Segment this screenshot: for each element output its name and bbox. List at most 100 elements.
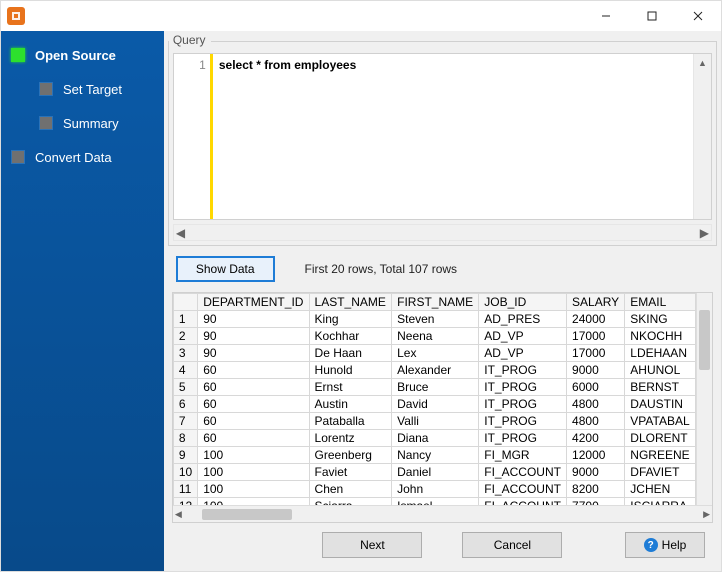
row-number[interactable]: 12: [173, 498, 197, 506]
cell[interactable]: FI_MGR: [479, 447, 567, 464]
table-row[interactable]: 10100FavietDanielFI_ACCOUNT9000DFAVIET: [173, 464, 695, 481]
table-row[interactable]: 9100GreenbergNancyFI_MGR12000NGREENE: [173, 447, 695, 464]
row-number[interactable]: 1: [173, 311, 197, 328]
cell[interactable]: FI_ACCOUNT: [479, 464, 567, 481]
cell[interactable]: Steven: [392, 311, 479, 328]
cell[interactable]: Diana: [392, 430, 479, 447]
cell[interactable]: Ernst: [309, 379, 392, 396]
table-row[interactable]: 290KochharNeenaAD_VP17000NKOCHH: [173, 328, 695, 345]
cell[interactable]: DLORENT: [625, 430, 695, 447]
show-data-button[interactable]: Show Data: [176, 256, 275, 282]
cell[interactable]: Lorentz: [309, 430, 392, 447]
row-number[interactable]: 10: [173, 464, 197, 481]
cell[interactable]: LDEHAAN: [625, 345, 695, 362]
cell[interactable]: John: [392, 481, 479, 498]
cell[interactable]: Valli: [392, 413, 479, 430]
cell[interactable]: 90: [198, 345, 309, 362]
close-button[interactable]: [675, 1, 721, 31]
cell[interactable]: 100: [198, 464, 309, 481]
cell[interactable]: NGREENE: [625, 447, 695, 464]
column-header[interactable]: [173, 294, 197, 311]
cell[interactable]: Ismael: [392, 498, 479, 506]
cell[interactable]: Kochhar: [309, 328, 392, 345]
cell[interactable]: Faviet: [309, 464, 392, 481]
cell[interactable]: 17000: [567, 328, 625, 345]
cell[interactable]: 100: [198, 447, 309, 464]
cell[interactable]: 17000: [567, 345, 625, 362]
table-row[interactable]: 12100SciarraIsmaelFI_ACCOUNT7700ISCIARRA: [173, 498, 695, 506]
cell[interactable]: IT_PROG: [479, 362, 567, 379]
cell[interactable]: JCHEN: [625, 481, 695, 498]
table-row[interactable]: 460HunoldAlexanderIT_PROG9000AHUNOL: [173, 362, 695, 379]
cell[interactable]: 60: [198, 413, 309, 430]
cell[interactable]: ISCIARRA: [625, 498, 695, 506]
cell[interactable]: 60: [198, 430, 309, 447]
scroll-up-icon[interactable]: ▲: [694, 54, 711, 71]
cell[interactable]: 24000: [567, 311, 625, 328]
row-number[interactable]: 9: [173, 447, 197, 464]
cell[interactable]: FI_ACCOUNT: [479, 498, 567, 506]
cell[interactable]: IT_PROG: [479, 379, 567, 396]
cell[interactable]: 4200: [567, 430, 625, 447]
table-row[interactable]: 390De HaanLexAD_VP17000LDEHAAN: [173, 345, 695, 362]
minimize-button[interactable]: [583, 1, 629, 31]
cell[interactable]: Austin: [309, 396, 392, 413]
cell[interactable]: 4800: [567, 413, 625, 430]
cell[interactable]: AHUNOL: [625, 362, 695, 379]
cell[interactable]: 6000: [567, 379, 625, 396]
cell[interactable]: 100: [198, 498, 309, 506]
table-row[interactable]: 11100ChenJohnFI_ACCOUNT8200JCHEN: [173, 481, 695, 498]
cell[interactable]: IT_PROG: [479, 430, 567, 447]
column-header[interactable]: JOB_ID: [479, 294, 567, 311]
table-row[interactable]: 660AustinDavidIT_PROG4800DAUSTIN: [173, 396, 695, 413]
row-number[interactable]: 2: [173, 328, 197, 345]
cell[interactable]: AD_PRES: [479, 311, 567, 328]
cell[interactable]: Lex: [392, 345, 479, 362]
results-table[interactable]: DEPARTMENT_IDLAST_NAMEFIRST_NAMEJOB_IDSA…: [173, 293, 696, 505]
cell[interactable]: Daniel: [392, 464, 479, 481]
cell[interactable]: IT_PROG: [479, 396, 567, 413]
table-row[interactable]: 760PataballaValliIT_PROG4800VPATABAL: [173, 413, 695, 430]
cancel-button[interactable]: Cancel: [462, 532, 562, 558]
help-button[interactable]: ? Help: [625, 532, 705, 558]
cell[interactable]: DAUSTIN: [625, 396, 695, 413]
cell[interactable]: Bruce: [392, 379, 479, 396]
grid-hscrollbar[interactable]: ◀ ▶: [173, 505, 712, 522]
cell[interactable]: Nancy: [392, 447, 479, 464]
cell[interactable]: IT_PROG: [479, 413, 567, 430]
row-number[interactable]: 4: [173, 362, 197, 379]
cell[interactable]: DFAVIET: [625, 464, 695, 481]
maximize-button[interactable]: [629, 1, 675, 31]
cell[interactable]: Hunold: [309, 362, 392, 379]
wizard-step-open-source[interactable]: Open Source: [1, 41, 164, 69]
cell[interactable]: 12000: [567, 447, 625, 464]
cell[interactable]: SKING: [625, 311, 695, 328]
cell[interactable]: 4800: [567, 396, 625, 413]
column-header[interactable]: EMAIL: [625, 294, 695, 311]
wizard-step-summary[interactable]: Summary: [1, 109, 164, 137]
cell[interactable]: 9000: [567, 464, 625, 481]
next-button[interactable]: Next: [322, 532, 422, 558]
cell[interactable]: NKOCHH: [625, 328, 695, 345]
cell[interactable]: 100: [198, 481, 309, 498]
cell[interactable]: Chen: [309, 481, 392, 498]
cell[interactable]: Neena: [392, 328, 479, 345]
cell[interactable]: BERNST: [625, 379, 695, 396]
table-row[interactable]: 860LorentzDianaIT_PROG4200DLORENT: [173, 430, 695, 447]
cell[interactable]: Alexander: [392, 362, 479, 379]
column-header[interactable]: SALARY: [567, 294, 625, 311]
cell[interactable]: 60: [198, 362, 309, 379]
wizard-step-set-target[interactable]: Set Target: [1, 75, 164, 103]
cell[interactable]: 8200: [567, 481, 625, 498]
cell[interactable]: King: [309, 311, 392, 328]
scroll-left-icon[interactable]: ◀: [175, 509, 182, 520]
row-number[interactable]: 6: [173, 396, 197, 413]
cell[interactable]: 60: [198, 379, 309, 396]
grid-vscrollbar[interactable]: [696, 293, 712, 505]
editor-vscrollbar[interactable]: ▲: [693, 54, 711, 219]
row-number[interactable]: 11: [173, 481, 197, 498]
scroll-left-icon[interactable]: ◀: [176, 226, 185, 240]
column-header[interactable]: DEPARTMENT_ID: [198, 294, 309, 311]
column-header[interactable]: FIRST_NAME: [392, 294, 479, 311]
table-row[interactable]: 190KingStevenAD_PRES24000SKING: [173, 311, 695, 328]
